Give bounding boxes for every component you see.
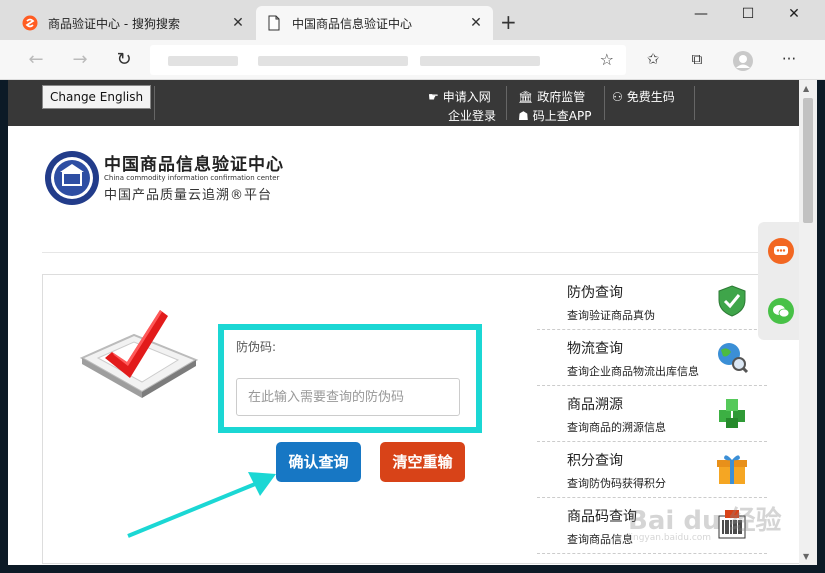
government-building-icon: 🏛 <box>518 89 534 104</box>
enterprise-login-link[interactable]: 企业登录 <box>448 107 496 124</box>
award-badge-icon: ⚇ <box>612 89 623 104</box>
service-title: 商品溯源 <box>567 397 623 413</box>
favorites-list-icon[interactable]: ✩ <box>642 50 664 72</box>
service-logistics[interactable]: 物流查询 查询企业商品物流出库信息 <box>537 330 767 386</box>
profile-avatar-icon[interactable] <box>732 50 754 72</box>
url-field[interactable]: ☆ <box>150 45 626 75</box>
maximize-button[interactable]: ☐ <box>733 6 763 22</box>
service-desc: 查询商品的溯源信息 <box>567 421 666 434</box>
green-cubes-icon <box>719 399 745 428</box>
refresh-icon[interactable]: ↻ <box>112 48 136 72</box>
service-desc: 查询商品信息 <box>567 533 633 546</box>
scroll-down-arrow-icon[interactable]: ▼ <box>803 552 809 561</box>
globe-search-icon <box>718 343 749 374</box>
service-title: 防伪查询 <box>567 285 623 301</box>
red-checkmark-icon <box>79 310 199 398</box>
site-title-english: China commodity information confirmation… <box>104 174 280 182</box>
site-subtitle: 中国产品质量云追溯®平台 <box>104 188 273 203</box>
tab-close-icon[interactable]: ✕ <box>231 15 245 31</box>
service-desc: 查询验证商品真伪 <box>567 309 655 322</box>
service-points[interactable]: 积分查询 查询防伪码获得积分 <box>537 442 767 498</box>
hand-point-icon: ☛ <box>428 89 439 104</box>
collections-icon[interactable]: ⧉ <box>686 50 708 72</box>
sogou-favicon-icon <box>22 15 38 31</box>
floating-contact-bar <box>758 222 799 340</box>
apply-network-link[interactable]: ☛ 申请入网 <box>428 88 491 105</box>
security-code-label: 防伪码: <box>236 340 277 354</box>
wechat-icon[interactable] <box>768 298 794 324</box>
service-desc: 查询防伪码获得积分 <box>567 477 666 490</box>
chat-bubble-icon[interactable] <box>768 238 794 264</box>
service-anticounterfeit[interactable]: 防伪查询 查询验证商品真伪 <box>537 274 767 330</box>
tab-title: 商品验证中心 - 搜狗搜索 <box>48 16 180 31</box>
app-download-link[interactable]: ☗ 码上查APP <box>518 107 591 124</box>
favorite-star-icon[interactable]: ☆ <box>600 50 614 69</box>
service-title: 物流查询 <box>567 341 623 357</box>
more-menu-icon[interactable]: ··· <box>778 50 800 72</box>
service-title: 商品码查询 <box>567 509 637 525</box>
browser-tabstrip: 商品验证中心 - 搜狗搜索 ✕ 中国商品信息验证中心 ✕ + — ☐ ✕ <box>0 0 825 40</box>
address-toolbar: ← → ↻ ☆ ✩ ⧉ ··· <box>0 40 825 80</box>
forward-arrow-icon[interactable]: → <box>68 48 92 72</box>
shield-check-icon <box>718 285 746 317</box>
gift-icon <box>717 455 747 484</box>
tab-verification-center[interactable]: 中国商品信息验证中心 ✕ <box>256 6 493 40</box>
security-code-input[interactable] <box>236 378 460 416</box>
divider <box>694 86 695 120</box>
minimize-button[interactable]: — <box>686 6 716 22</box>
service-traceability[interactable]: 商品溯源 查询商品的溯源信息 <box>537 386 767 442</box>
divider <box>604 86 605 120</box>
site-title: 中国商品信息验证中心 <box>104 155 284 175</box>
site-topbar: Change English ☛ 申请入网 企业登录 🏛 政府监管 ☗ 码上查A… <box>8 80 799 126</box>
back-arrow-icon[interactable]: ← <box>24 48 48 72</box>
baidu-jingyan-watermark: Bai du 经验 jingyan.baidu.com <box>628 506 782 543</box>
page-icon <box>268 15 280 31</box>
close-window-button[interactable]: ✕ <box>779 6 809 22</box>
divider <box>154 86 155 120</box>
web-page: Change English ☛ 申请入网 企业登录 🏛 政府监管 ☗ 码上查A… <box>8 80 799 565</box>
vertical-scrollbar[interactable]: ▲ ▼ <box>799 80 817 565</box>
government-supervision-link[interactable]: 🏛 政府监管 <box>518 88 585 105</box>
clear-reenter-button[interactable]: 清空重输 <box>380 442 465 482</box>
tab-close-icon[interactable]: ✕ <box>469 15 483 31</box>
android-icon: ☗ <box>518 108 529 123</box>
service-desc: 查询企业商品物流出库信息 <box>567 365 699 378</box>
annotation-arrow-icon <box>127 472 276 538</box>
new-tab-button[interactable]: + <box>500 10 517 34</box>
tab-sogou-search[interactable]: 商品验证中心 - 搜狗搜索 ✕ <box>12 6 255 40</box>
change-english-button[interactable]: Change English <box>42 85 152 109</box>
divider <box>42 252 799 253</box>
center-seal-logo-icon <box>45 151 99 205</box>
scroll-up-arrow-icon[interactable]: ▲ <box>803 84 809 93</box>
scrollbar-thumb[interactable] <box>803 98 813 223</box>
service-title: 积分查询 <box>567 453 623 469</box>
divider <box>506 86 507 120</box>
tab-title: 中国商品信息验证中心 <box>292 16 413 31</box>
free-code-link[interactable]: ⚇ 免费生码 <box>612 88 675 105</box>
